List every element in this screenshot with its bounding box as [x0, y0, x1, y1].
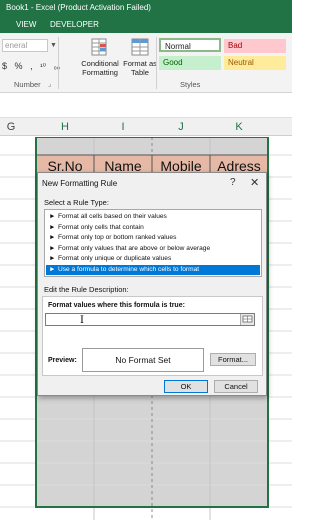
conditional-formatting-button[interactable]: Conditional Formatting — [78, 37, 122, 77]
rule-type-item[interactable]: ► Format only values that are above or be… — [46, 244, 260, 254]
style-good[interactable]: Good — [159, 56, 221, 70]
style-normal[interactable]: Normal — [159, 38, 221, 52]
tab-view[interactable]: VIEW — [16, 20, 36, 29]
close-icon[interactable]: ✕ — [250, 176, 259, 189]
conditional-formatting-icon — [91, 38, 107, 56]
text-cursor-icon: I — [80, 315, 84, 326]
column-header-i[interactable]: I — [94, 121, 152, 133]
range-select-icon — [242, 315, 253, 323]
increase-decimal-button[interactable]: ¹⁰ — [40, 62, 46, 71]
ribbon: eneral ▼ $ % , ¹⁰ ₀₀ Number ⌟ Conditiona… — [0, 33, 292, 93]
range-select-button[interactable] — [240, 314, 254, 325]
comma-style-button[interactable]: , — [30, 61, 33, 71]
styles-group-label: Styles — [180, 80, 201, 89]
number-group-label: Number — [14, 80, 41, 89]
preview-box: No Format Set — [82, 348, 204, 372]
rule-type-item[interactable]: ► Format all cells based on their values — [46, 212, 260, 222]
ribbon-divider — [58, 37, 59, 89]
cancel-button[interactable]: Cancel — [214, 380, 258, 393]
title-bar: Book1 - Excel (Product Activation Failed… — [0, 0, 292, 17]
formula-label: Format values where this formula is true… — [48, 302, 185, 309]
preview-label: Preview: — [48, 357, 77, 364]
dialog-launcher-icon[interactable]: ⌟ — [48, 80, 51, 88]
new-formatting-rule-dialog: New Formatting Rule ? ✕ Select a Rule Ty… — [37, 172, 267, 396]
rule-type-item-selected[interactable]: ► Use a formula to determine which cells … — [46, 264, 260, 275]
column-header-g[interactable]: G — [0, 121, 22, 133]
formula-input[interactable]: I — [45, 313, 255, 326]
ribbon-tab-bar: VIEW DEVELOPER — [0, 17, 292, 33]
rule-type-item[interactable]: ► Format only unique or duplicate values — [46, 254, 260, 264]
decrease-decimal-button[interactable]: ₀₀ — [53, 62, 60, 71]
format-as-table-icon — [131, 38, 149, 56]
edit-rule-description-label: Edit the Rule Description: — [44, 285, 129, 294]
column-header-k[interactable]: K — [210, 121, 268, 133]
style-neutral[interactable]: Neutral — [224, 56, 286, 70]
style-bad[interactable]: Bad — [224, 39, 286, 53]
ribbon-divider — [156, 37, 157, 89]
column-headers: G H I J K — [0, 118, 292, 136]
ok-button[interactable]: OK — [164, 380, 208, 393]
column-header-j[interactable]: J — [152, 121, 210, 133]
help-button[interactable]: ? — [230, 177, 236, 188]
column-header-h[interactable]: H — [36, 121, 94, 133]
select-rule-type-label: Select a Rule Type: — [44, 198, 109, 207]
formula-bar-area — [0, 94, 292, 118]
rule-type-list[interactable]: ► Format all cells based on their values … — [44, 209, 262, 277]
format-button[interactable]: Format... — [210, 353, 256, 366]
currency-button[interactable]: $ — [2, 61, 7, 71]
number-format-buttons: $ % , ¹⁰ ₀₀ — [2, 61, 65, 71]
rule-type-item[interactable]: ► Format only top or bottom ranked values — [46, 233, 260, 243]
dialog-title: New Formatting Rule — [42, 179, 118, 188]
percent-button[interactable]: % — [15, 61, 23, 71]
number-format-dropdown[interactable]: eneral — [2, 39, 48, 52]
conditional-formatting-label: Conditional Formatting — [81, 59, 119, 77]
format-as-table-label: Format as Table — [123, 59, 157, 77]
chevron-down-icon[interactable]: ▼ — [50, 42, 57, 49]
tab-developer[interactable]: DEVELOPER — [50, 20, 99, 29]
rule-type-item[interactable]: ► Format only cells that contain — [46, 223, 260, 233]
window-title: Book1 - Excel (Product Activation Failed… — [6, 3, 151, 12]
